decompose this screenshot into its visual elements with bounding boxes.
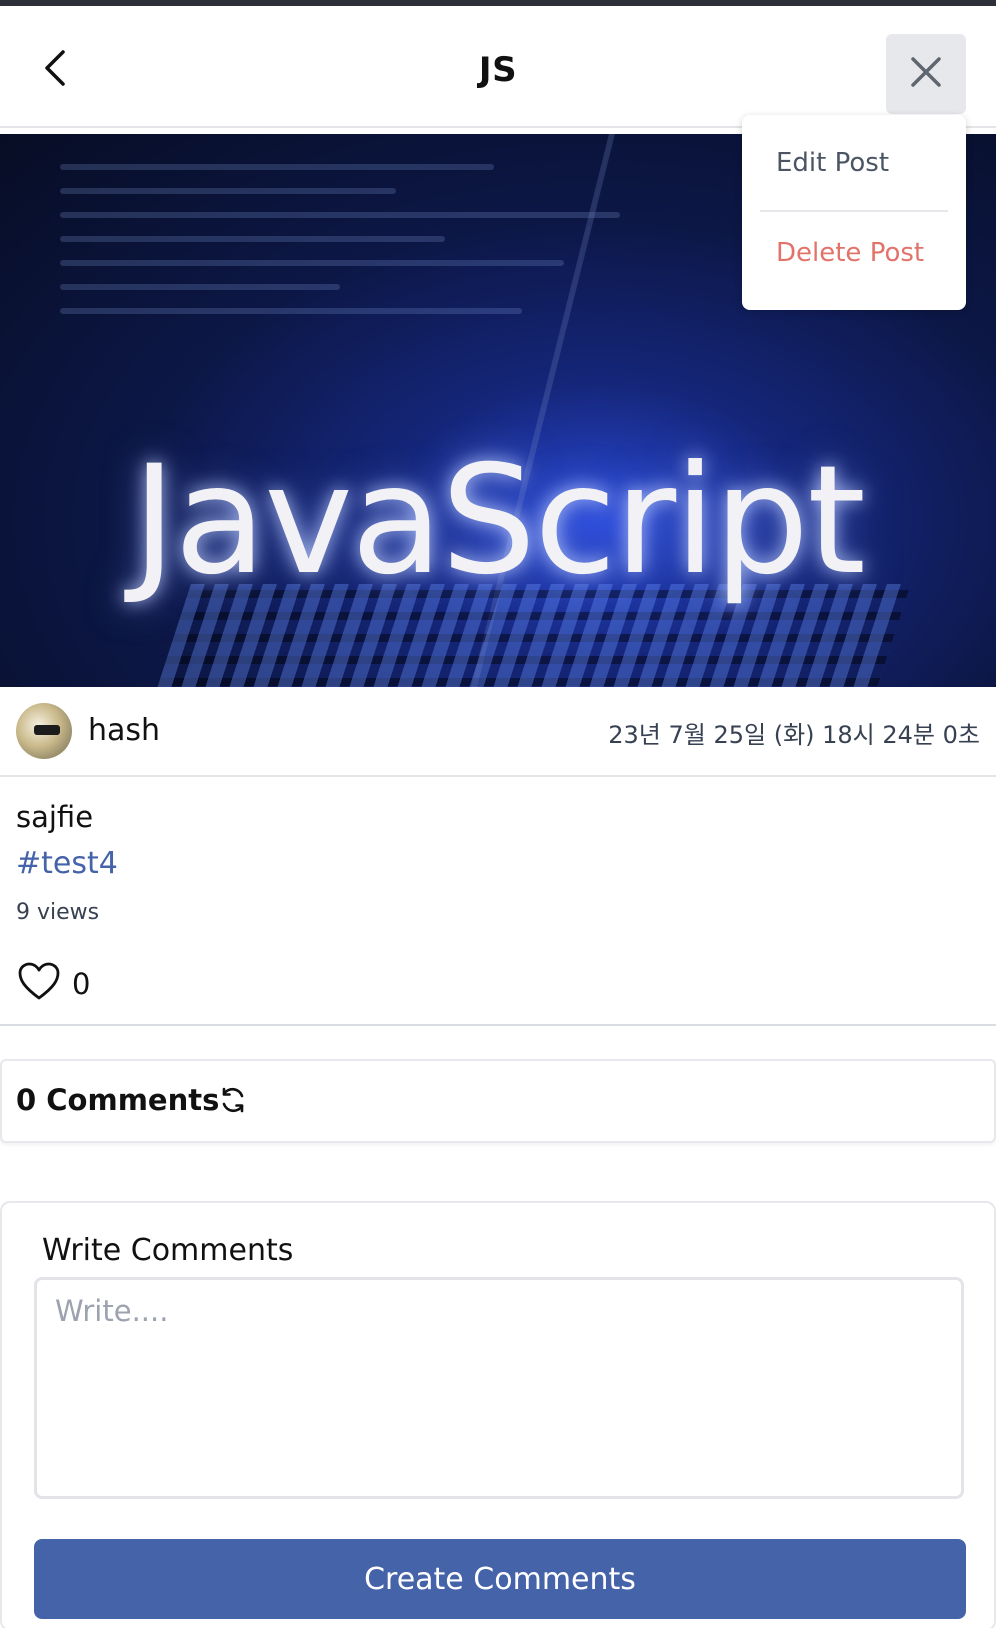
author-name[interactable]: hash [88,713,160,748]
like-count: 0 [72,967,91,1001]
like-row: 0 [18,962,90,1006]
post-options-menu: Edit Post Delete Post [742,115,966,310]
edit-post-menu-item[interactable]: Edit Post [776,148,889,178]
close-icon [909,55,943,93]
comments-section: 0 Comments [0,1059,996,1143]
write-comment-card: Write Comments Create Comments [0,1201,996,1628]
menu-divider [760,210,948,212]
post-hashtag[interactable]: #test4 [16,846,118,881]
write-comments-label: Write Comments [42,1233,294,1268]
avatar[interactable] [16,703,72,759]
cover-title-text: JavaScript [132,434,866,608]
divider [0,1024,996,1026]
refresh-icon [218,1085,248,1119]
post-body: sajfie [16,800,94,834]
heart-outline-icon[interactable] [18,962,60,1006]
delete-post-menu-item[interactable]: Delete Post [776,238,924,268]
comment-input[interactable] [34,1277,964,1499]
view-count: 9 views [16,900,100,925]
header: JS [0,6,996,128]
comments-count: 0 Comments [16,1083,220,1117]
page-title: JS [478,50,518,90]
create-comment-button[interactable]: Create Comments [34,1539,966,1619]
close-menu-button[interactable] [886,34,966,114]
post-date: 23년 7월 25일 (화) 18시 24분 0초 [608,721,980,749]
author-row: hash 23년 7월 25일 (화) 18시 24분 0초 [0,687,996,777]
refresh-comments-button[interactable] [216,1085,250,1119]
